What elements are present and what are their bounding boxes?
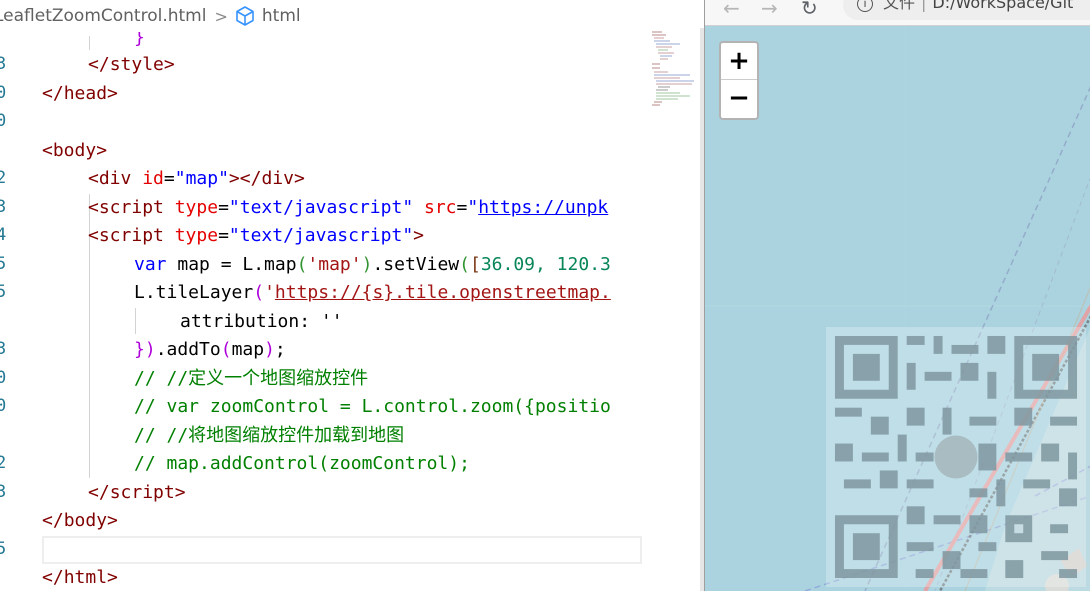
zoom-control: + −: [719, 41, 759, 120]
code-line: <script type="text/javascript">: [88, 225, 424, 246]
code-editor[interactable]: 3 0 0 2 3 4 5 5 3 0 0 2 3 5 } </style> <…: [0, 0, 704, 591]
code-line: // //定义一个地图缩放控件: [134, 368, 369, 389]
current-line-highlight: [42, 536, 642, 564]
indent-guide: [89, 36, 90, 50]
code-line: // var zoomControl = L.control.zoom({pos…: [134, 396, 611, 417]
code-line: </script>: [88, 482, 186, 503]
code-line: // map.addControl(zoomControl);: [134, 453, 470, 474]
code-line: L.tileLayer('https://{s}.tile.openstreet…: [134, 282, 611, 303]
browser-window: ← → ↻ i 文件 | D:/WorkSpace/Git + −: [704, 0, 1090, 591]
code-line: }).addTo(map);: [134, 339, 286, 360]
code-area[interactable]: } </style> </head> <body> <div id="map">…: [0, 0, 642, 591]
code-line: // //将地图缩放控件加载到地图: [134, 425, 405, 446]
address-path: D:/WorkSpace/Git: [932, 0, 1074, 12]
code-line: </html>: [42, 567, 118, 588]
address-bar[interactable]: i 文件 | D:/WorkSpace/Git: [843, 0, 1090, 20]
code-line: var map = L.map('map').setView([36.09, 1…: [134, 254, 611, 275]
indent-guide: [135, 308, 136, 334]
breadcrumb-node[interactable]: html: [262, 6, 301, 26]
tile-url-link[interactable]: https://{s}.tile.openstreetmap.: [275, 282, 611, 303]
minimap[interactable]: [650, 30, 704, 110]
reload-button[interactable]: ↻: [801, 0, 818, 20]
breadcrumb-file[interactable]: LeafletZoomControl.html: [0, 6, 206, 26]
zoom-in-button[interactable]: +: [721, 43, 757, 80]
map-canvas[interactable]: + −: [705, 26, 1090, 591]
zoom-out-button[interactable]: −: [721, 80, 757, 117]
html-element-cube-icon: [236, 6, 254, 26]
qr-code-watermark: [826, 327, 1086, 587]
browser-toolbar: ← → ↻ i 文件 | D:/WorkSpace/Git: [705, 0, 1090, 26]
breadcrumb: LeafletZoomControl.html > html: [0, 0, 704, 32]
address-divider: |: [921, 0, 927, 12]
site-info-icon[interactable]: i: [857, 0, 873, 12]
code-line: <body>: [42, 140, 108, 161]
script-src-link[interactable]: https://unpk: [478, 197, 608, 218]
code-line: attribution: '': [180, 311, 343, 332]
code-line: <script type="text/javascript" src="http…: [88, 197, 609, 218]
code-line: </style>: [88, 54, 175, 75]
address-scheme-label: 文件: [883, 0, 916, 12]
code-line: </body>: [42, 510, 118, 531]
code-line: </head>: [42, 83, 118, 104]
forward-button[interactable]: →: [761, 0, 778, 20]
back-button[interactable]: ←: [723, 0, 740, 20]
breadcrumb-separator: >: [214, 6, 228, 26]
code-line: <div id="map"></div>: [88, 168, 305, 189]
